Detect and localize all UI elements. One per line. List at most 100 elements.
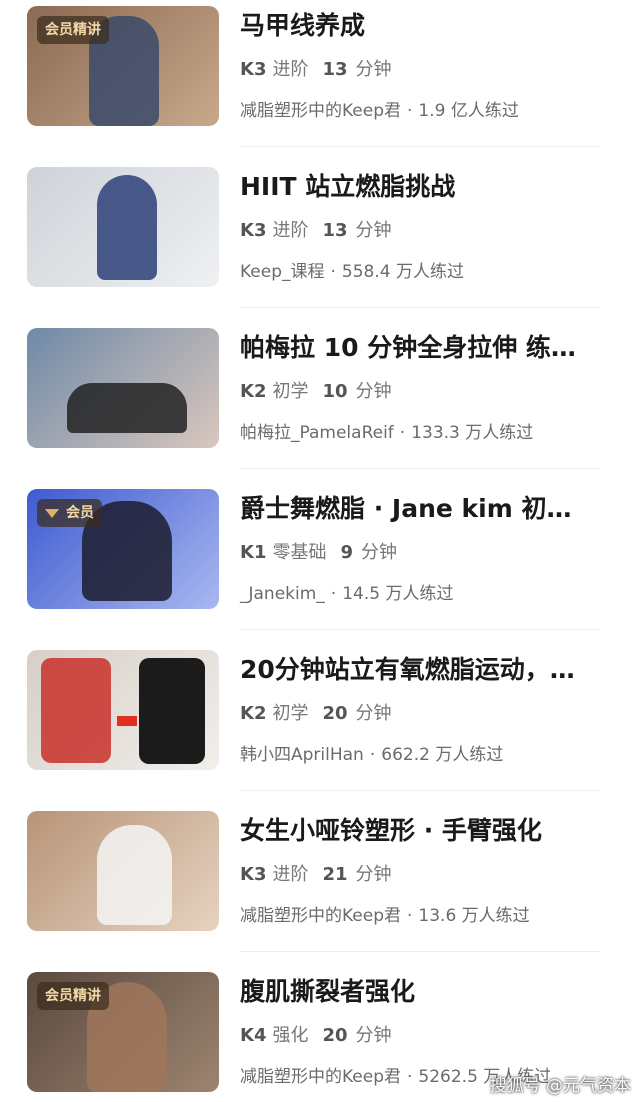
course-card[interactable]: 帕梅拉 10 分钟全身拉伸 练… K2 初学 10 分钟 帕梅拉_PamelaReif · 1… [0, 322, 641, 483]
author-name[interactable]: 帕梅拉_PamelaReif [240, 423, 394, 443]
course-title[interactable]: HIIT 站立燃脂挑战 [240, 169, 610, 205]
duration-unit: 分钟 [355, 1025, 392, 1046]
separator-dot: · [330, 262, 336, 282]
course-thumbnail[interactable]: 会员精讲 [27, 972, 219, 1092]
course-author-line: Keep_课程 · 558.4 万人练过 [240, 258, 464, 286]
course-author-line: 帕梅拉_PamelaReif · 133.3 万人练过 [240, 419, 533, 447]
after-figure [139, 658, 205, 764]
level-code: K3 [240, 220, 267, 241]
divider [240, 629, 600, 630]
level-tag: 进阶 [272, 864, 309, 885]
level-code: K4 [240, 1025, 267, 1046]
separator-dot: · [407, 1067, 413, 1087]
course-card[interactable]: 20分钟站立有氧燃脂运动，… K2 初学 20 分钟韩小四AprilHan · 662.2 … [0, 644, 641, 805]
divider [240, 951, 600, 952]
duration-unit: 分钟 [355, 864, 392, 885]
level-tag: 初学 [272, 381, 309, 402]
course-meta: K2 初学 20 分钟 [240, 700, 392, 728]
level-code: K2 [240, 381, 267, 402]
course-thumbnail[interactable]: 会员精讲 [27, 6, 219, 126]
diamond-icon [45, 509, 59, 518]
course-meta: K3 进阶 13 分钟 [240, 217, 392, 245]
divider [240, 146, 600, 147]
course-title[interactable]: 20分钟站立有氧燃脂运动，… [240, 652, 610, 688]
separator-dot: · [399, 423, 406, 443]
course-author-line: 减脂塑形中的Keep君 · 13.6 万人练过 [240, 902, 530, 930]
separator-dot: · [330, 584, 337, 604]
course-thumbnail[interactable] [27, 650, 219, 770]
duration-minutes: 13 [322, 220, 348, 241]
duration-minutes: 20 [322, 703, 348, 724]
author-name[interactable]: 韩小四AprilHan [240, 745, 364, 765]
level-tag: 进阶 [272, 59, 309, 80]
level-code: K3 [240, 59, 267, 80]
course-meta: K1 零基础 9 分钟 [240, 539, 397, 567]
author-name[interactable]: 减脂塑形中的Keep君 [240, 101, 401, 121]
trained-count: 14.5 万人练过 [342, 584, 454, 604]
member-badge: 会员精讲 [37, 16, 109, 44]
course-thumbnail[interactable]: 会员 [27, 489, 219, 609]
trained-count: 13.6 万人练过 [418, 906, 530, 926]
course-card[interactable]: HIIT 站立燃脂挑战 K3 进阶 13 分钟 Keep_课程 · 558.4 万人练过 [0, 161, 641, 322]
course-meta: K4 强化 20 分钟 [240, 1022, 392, 1050]
course-meta: K2 初学 10 分钟 [240, 378, 392, 406]
athlete-figure [67, 383, 187, 433]
athlete-figure [97, 175, 157, 280]
trained-count: 558.4 万人练过 [341, 262, 464, 282]
course-title[interactable]: 女生小哑铃塑形 · 手臂强化 [240, 813, 610, 849]
course-title[interactable]: 马甲线养成 [240, 8, 610, 44]
level-tag: 初学 [272, 703, 309, 724]
watermark: 搜狐号 @元气资本 [489, 1076, 631, 1096]
course-meta: K3 进阶 13 分钟 [240, 56, 392, 84]
badge-label: 会员精讲 [45, 988, 101, 1004]
divider [240, 307, 600, 308]
member-badge: 会员 [37, 499, 102, 527]
duration-minutes: 13 [322, 59, 348, 80]
duration-minutes: 9 [340, 542, 354, 563]
course-thumbnail[interactable] [27, 328, 219, 448]
course-list: 会员精讲 马甲线养成 K3 进阶 13 分钟 减脂塑形中的Keep君 · 1.9 亿人练过 HII… [0, 0, 641, 1102]
author-name[interactable]: 减脂塑形中的Keep君 [240, 906, 401, 926]
duration-minutes: 10 [322, 381, 348, 402]
divider [240, 790, 600, 791]
separator-dot: · [369, 745, 376, 765]
duration-unit: 分钟 [355, 381, 392, 402]
course-thumbnail[interactable] [27, 811, 219, 931]
course-author-line: 韩小四AprilHan · 662.2 万人练过 [240, 741, 503, 769]
author-name[interactable]: _Janekim_ [240, 584, 325, 604]
course-card[interactable]: 女生小哑铃塑形 · 手臂强化 K3 进阶 21 分钟 减脂塑形中的Keep君 · 13.6 万… [0, 805, 641, 966]
duration-unit: 分钟 [355, 703, 392, 724]
duration-unit: 分钟 [361, 542, 398, 563]
arrow-icon [117, 716, 137, 726]
trained-count: 1.9 亿人练过 [418, 101, 519, 121]
level-code: K1 [240, 542, 267, 563]
trained-count: 133.3 万人练过 [411, 423, 534, 443]
athlete-figure [41, 658, 111, 763]
course-author-line: 减脂塑形中的Keep君 · 1.9 亿人练过 [240, 97, 519, 125]
duration-unit: 分钟 [355, 59, 392, 80]
course-title[interactable]: 爵士舞燃脂 · Jane kim 初… [240, 491, 610, 527]
course-title[interactable]: 腹肌撕裂者强化 [240, 974, 610, 1010]
course-card[interactable]: 会员精讲 马甲线养成 K3 进阶 13 分钟减脂塑形中的Keep君 · 1.9 亿人练过 [0, 0, 641, 161]
badge-label: 会员精讲 [45, 22, 101, 38]
trained-count: 662.2 万人练过 [381, 745, 504, 765]
separator-dot: · [407, 906, 413, 926]
level-tag: 强化 [272, 1025, 309, 1046]
course-thumbnail[interactable] [27, 167, 219, 287]
course-author-line: _Janekim_ · 14.5 万人练过 [240, 580, 453, 608]
course-card[interactable]: 会员 爵士舞燃脂 · Jane kim 初… K1 零基础 9 分钟 _Janekim_ · 1… [0, 483, 641, 644]
duration-unit: 分钟 [355, 220, 392, 241]
level-code: K2 [240, 703, 267, 724]
divider [240, 468, 600, 469]
separator-dot: · [407, 101, 413, 121]
badge-label: 会员 [66, 505, 94, 521]
author-name[interactable]: Keep_课程 [240, 262, 325, 282]
author-name[interactable]: 减脂塑形中的Keep君 [240, 1067, 401, 1087]
course-meta: K3 进阶 21 分钟 [240, 861, 392, 889]
duration-minutes: 21 [322, 864, 348, 885]
duration-minutes: 20 [322, 1025, 348, 1046]
level-tag: 零基础 [272, 542, 327, 563]
member-badge: 会员精讲 [37, 982, 109, 1010]
athlete-figure [97, 825, 172, 925]
course-title[interactable]: 帕梅拉 10 分钟全身拉伸 练… [240, 330, 610, 366]
